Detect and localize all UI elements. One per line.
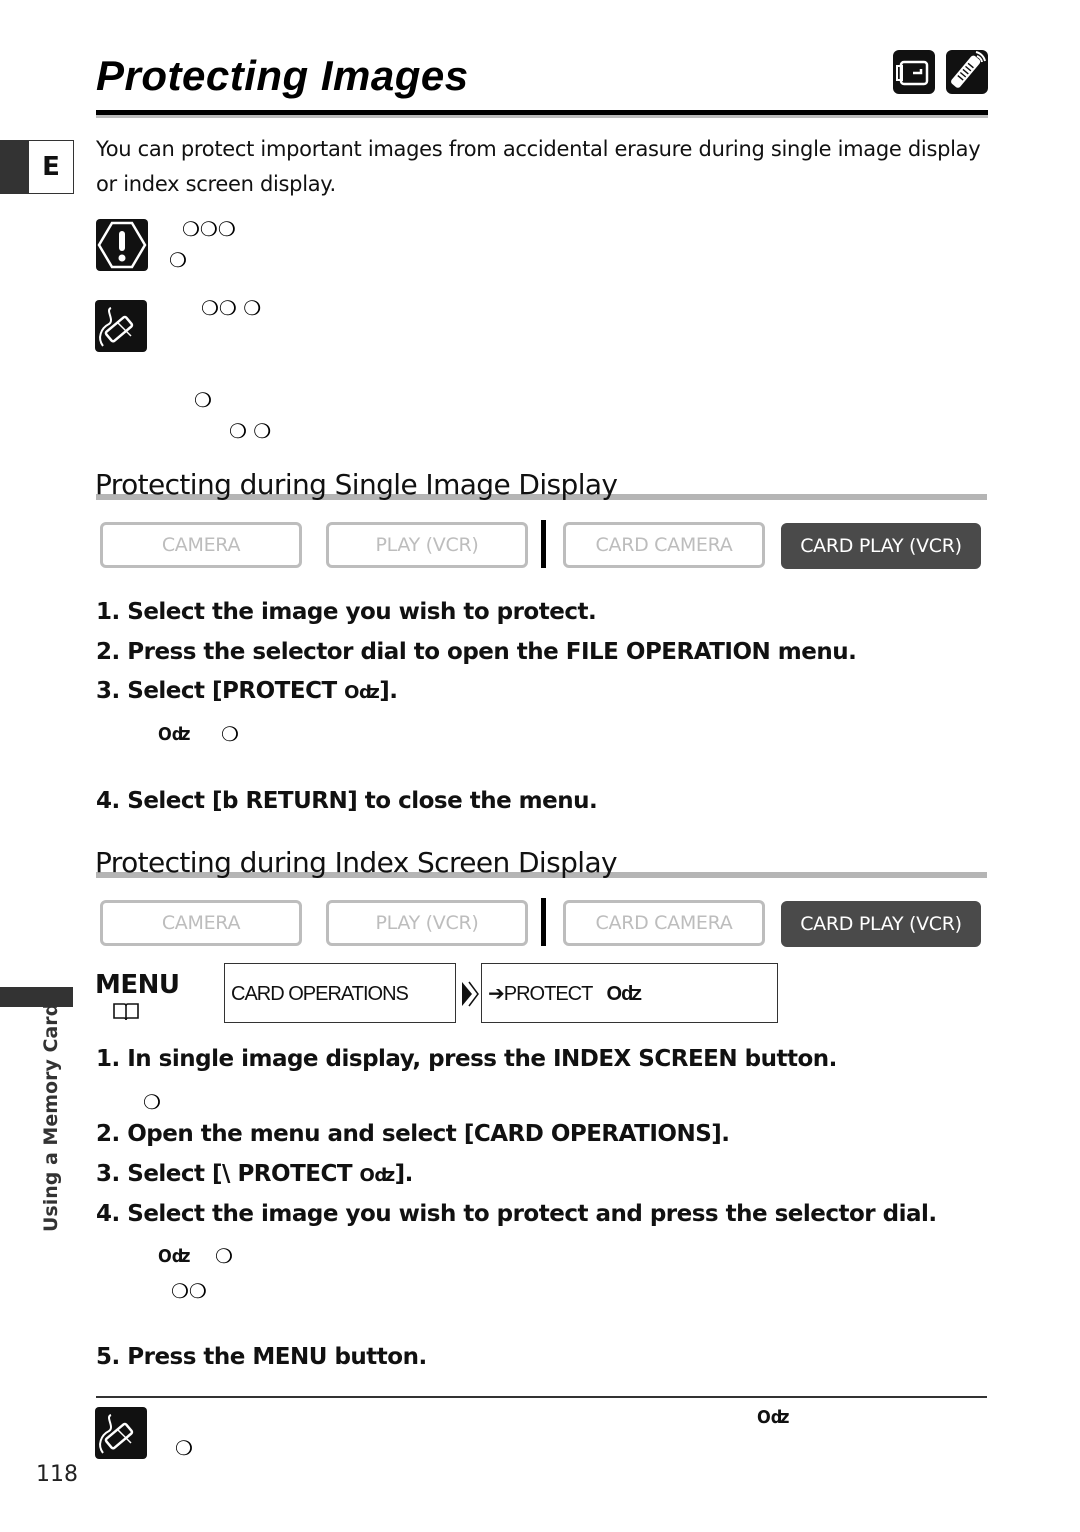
single-step-4: 4. Select [b RETURN] to close the menu.	[96, 788, 598, 814]
note1-line-1: ❍❍ ❍	[201, 296, 262, 320]
key-icon: Oʣ	[606, 983, 642, 1005]
index-step-3-suffix: ].	[394, 1161, 414, 1187]
note-rule	[96, 1396, 987, 1398]
mode-separator	[541, 520, 546, 568]
index-step-5: 5. Press the MENU button.	[96, 1344, 427, 1370]
note1-line-3: ❍ ❍	[229, 419, 272, 443]
index-step-2: 2. Open the menu and select [CARD OPERAT…	[96, 1121, 730, 1147]
key-icon: Oʣ	[158, 724, 191, 745]
single-step-3-suffix: ].	[379, 678, 398, 704]
chapter-label: Using a Memory Card	[40, 1002, 62, 1232]
menu-path-arrow-icon	[460, 980, 480, 1012]
page-number: 118	[36, 1462, 78, 1487]
note-pencil-icon	[95, 300, 147, 352]
caution-line-1: ❍❍❍	[182, 217, 236, 241]
chapter-tab	[0, 987, 73, 1007]
remote-control-icon	[946, 50, 988, 94]
key-icon: Oʣ	[344, 682, 380, 703]
single-step-2: 2. Press the selector dial to open the F…	[96, 639, 857, 665]
mode-card-play-vcr: CARD PLAY (VCR)	[781, 523, 981, 569]
single-step-3-sub: ❍	[221, 722, 239, 746]
section-heading-single: Protecting during Single Image Display	[95, 468, 618, 501]
caution-icon	[96, 219, 148, 271]
title-rule-shadow	[96, 115, 988, 118]
mode-card-play-vcr: CARD PLAY (VCR)	[781, 901, 981, 947]
index-step-4-sub-b: ❍❍	[171, 1279, 207, 1303]
page-title: Protecting Images	[96, 52, 469, 99]
mode-card-camera: CARD CAMERA	[563, 522, 765, 568]
single-step-1: 1. Select the image you wish to protect.	[96, 599, 597, 625]
mode-card-camera: CARD CAMERA	[563, 900, 765, 946]
index-step-3-text: 3. Select [\ PROTECT	[96, 1161, 360, 1187]
index-step-3: 3. Select [\ PROTECT Oʣ].	[96, 1161, 413, 1187]
menu-path-protect-label: ➔PROTECT	[488, 983, 593, 1005]
index-step-4: 4. Select the image you wish to protect …	[96, 1201, 937, 1227]
mode-separator	[541, 898, 546, 946]
index-step-1: 1. In single image display, press the IN…	[96, 1046, 837, 1072]
intro-text: You can protect important images from ac…	[96, 137, 981, 196]
single-step-3-text: 3. Select [PROTECT	[96, 678, 345, 704]
single-step-3: 3. Select [PROTECT Oʣ].	[96, 678, 398, 704]
language-tab: E	[28, 140, 74, 194]
section-heading-index: Protecting during Index Screen Display	[95, 846, 618, 879]
note2-line-1: ❍	[175, 1436, 193, 1460]
mode-play-vcr: PLAY (VCR)	[326, 900, 528, 946]
note-pencil-icon	[95, 1407, 147, 1459]
book-icon	[112, 1002, 140, 1026]
camcorder-icon	[893, 50, 935, 94]
mode-camera: CAMERA	[100, 900, 302, 946]
index-step-1-sub: ❍	[143, 1090, 161, 1114]
language-tab-marker	[0, 140, 28, 194]
index-step-4-sub-a: ❍	[215, 1244, 233, 1268]
key-icon: Oʣ	[359, 1165, 396, 1186]
mode-camera: CAMERA	[100, 522, 302, 568]
menu-label: MENU	[95, 970, 180, 1000]
mode-play-vcr: PLAY (VCR)	[326, 522, 528, 568]
note1-line-2: ❍	[194, 388, 212, 412]
key-icon: Oʣ	[158, 1246, 191, 1267]
key-icon: Oʣ	[757, 1407, 790, 1428]
caution-line-2: ❍	[169, 248, 187, 272]
menu-path-card-operations: CARD OPERATIONS	[224, 963, 456, 1023]
menu-path-protect: ➔PROTECT Oʣ	[481, 963, 778, 1023]
